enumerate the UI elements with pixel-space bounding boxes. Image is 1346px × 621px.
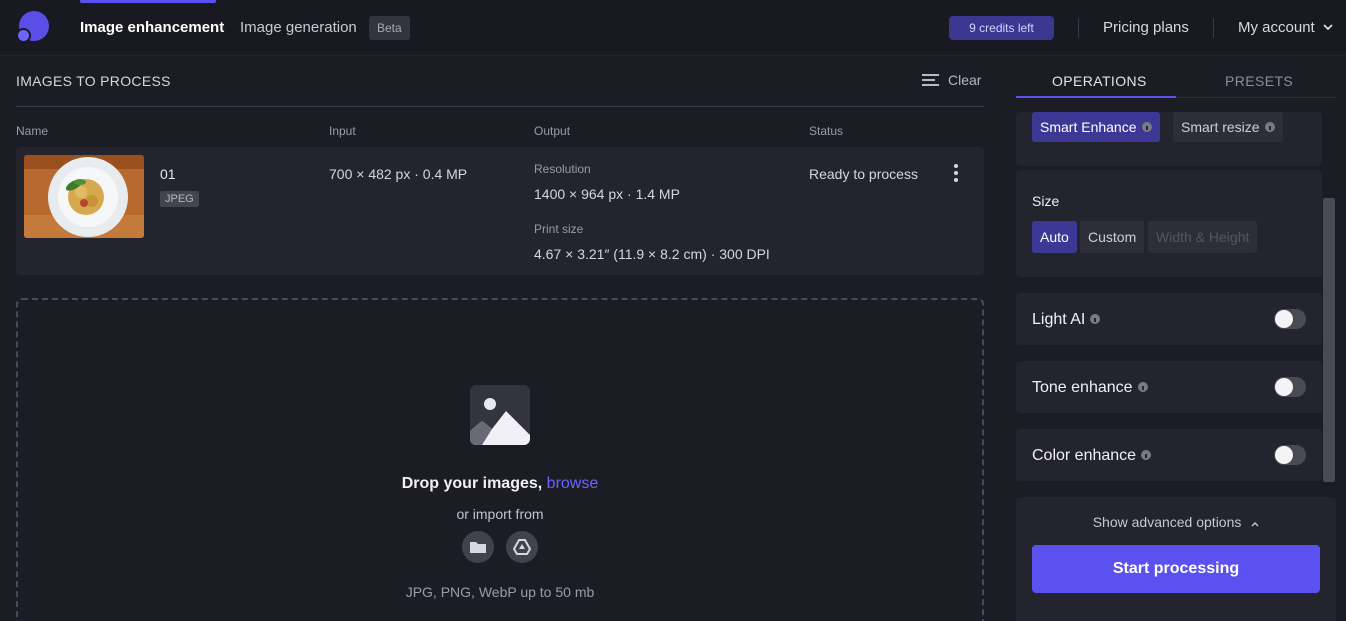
tab-operations[interactable]: OPERATIONS (1052, 73, 1147, 89)
status-text: Ready to process (809, 166, 918, 182)
tab-presets[interactable]: PRESETS (1225, 73, 1293, 89)
info-icon[interactable] (1090, 314, 1101, 324)
color-enhance-card: Color enhance (1016, 429, 1322, 481)
image-thumbnail (24, 155, 144, 238)
clear-button[interactable]: Clear (922, 72, 981, 88)
google-drive-import-button[interactable] (506, 531, 538, 563)
size-title: Size (1032, 193, 1060, 209)
light-ai-card: Light AI (1016, 293, 1322, 345)
dropzone-main-text: Drop your images, (401, 475, 543, 492)
smart-resize-button[interactable]: Smart resize (1173, 112, 1283, 142)
divider (1213, 18, 1214, 38)
menu-lines-icon (922, 74, 939, 86)
import-text: or import from (456, 506, 544, 522)
browse-link[interactable]: browse (547, 475, 599, 492)
table-row[interactable]: 01 JPEG 700 × 482 px · 0.4 MP Resolution… (16, 147, 984, 275)
mode-card: Smart Enhance Smart resize (1016, 112, 1322, 166)
google-drive-icon (513, 539, 531, 555)
input-dimensions: 700 × 482 px · 0.4 MP (329, 166, 468, 182)
light-ai-title: Light AI (1032, 311, 1101, 329)
column-header-status: Status (809, 124, 844, 138)
app-logo[interactable] (16, 11, 50, 45)
size-card: Size Auto Custom Width & Height (1016, 170, 1322, 277)
nav-image-enhancement[interactable]: Image enhancement (80, 19, 224, 36)
color-enhance-label: Color enhance (1032, 447, 1137, 464)
width-height-input[interactable]: Width & Height (1148, 221, 1258, 253)
info-icon[interactable] (1264, 122, 1275, 132)
column-header-input: Input (329, 124, 356, 138)
tone-enhance-label: Tone enhance (1032, 379, 1133, 396)
clear-label: Clear (948, 72, 982, 88)
image-placeholder-icon (470, 385, 530, 445)
info-icon[interactable] (1141, 122, 1152, 132)
section-title: IMAGES TO PROCESS (16, 73, 171, 89)
tone-enhance-toggle[interactable] (1274, 377, 1306, 397)
actions-card: Show advanced options Start processing (1016, 497, 1336, 621)
top-bar: Image enhancement Image generation Beta … (0, 0, 1346, 56)
light-ai-toggle[interactable] (1274, 309, 1306, 329)
nav-active-indicator (80, 0, 216, 3)
dropzone-title: Drop your images, browse (0, 475, 1000, 493)
credits-badge[interactable]: 9 credits left (949, 16, 1054, 40)
kebab-icon[interactable] (950, 163, 962, 183)
divider (1078, 18, 1079, 38)
advanced-label: Show advanced options (1092, 514, 1242, 530)
supported-formats: JPG, PNG, WebP up to 50 mb (405, 584, 595, 600)
smart-enhance-label: Smart Enhance (1040, 119, 1137, 135)
print-size: 4.67 × 3.21″ (11.9 × 8.2 cm) · 300 DPI (534, 246, 770, 262)
start-processing-button[interactable]: Start processing (1032, 545, 1320, 593)
chevron-down-icon[interactable] (1323, 22, 1333, 32)
output-resolution: 1400 × 964 px · 1.4 MP (534, 186, 680, 202)
nav-image-generation[interactable]: Image generation (240, 19, 357, 36)
chevron-up-icon (1251, 522, 1259, 527)
info-icon[interactable] (1141, 450, 1152, 460)
dropzone[interactable] (16, 298, 984, 621)
image-name: 01 (160, 166, 176, 182)
color-enhance-toggle[interactable] (1274, 445, 1306, 465)
resolution-label: Resolution (534, 162, 591, 176)
size-custom-button[interactable]: Custom (1080, 221, 1145, 253)
show-advanced-options-button[interactable]: Show advanced options (1016, 514, 1336, 530)
print-size-label: Print size (534, 222, 584, 236)
scrollbar-thumb[interactable] (1323, 198, 1335, 482)
divider (16, 106, 984, 107)
smart-resize-label: Smart resize (1181, 119, 1260, 135)
column-header-name: Name (16, 124, 49, 138)
folder-import-button[interactable] (462, 531, 494, 563)
my-account-menu[interactable]: My account (1238, 19, 1315, 36)
info-icon[interactable] (1137, 382, 1148, 392)
column-header-output: Output (534, 124, 571, 138)
format-badge: JPEG (160, 191, 199, 207)
tone-enhance-title: Tone enhance (1032, 379, 1148, 397)
pricing-plans-link[interactable]: Pricing plans (1103, 19, 1189, 36)
beta-badge: Beta (369, 16, 410, 40)
tab-active-indicator (1016, 96, 1176, 98)
tone-enhance-card: Tone enhance (1016, 361, 1322, 413)
light-ai-label: Light AI (1032, 311, 1086, 328)
panel-tabs: OPERATIONS PRESETS (1016, 60, 1336, 98)
smart-enhance-button[interactable]: Smart Enhance (1032, 112, 1160, 142)
color-enhance-title: Color enhance (1032, 447, 1152, 465)
folder-icon (470, 542, 486, 553)
size-auto-button[interactable]: Auto (1032, 221, 1077, 253)
